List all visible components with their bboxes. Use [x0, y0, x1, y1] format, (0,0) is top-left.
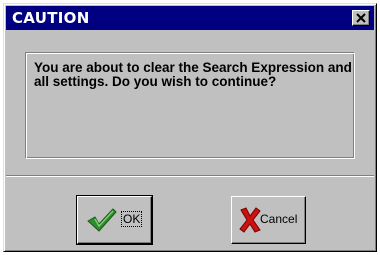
caution-dialog: CAUTION You are about to clear the Searc…	[3, 3, 377, 252]
title-bar[interactable]: CAUTION	[6, 6, 374, 30]
separator	[6, 175, 374, 177]
close-button[interactable]	[352, 10, 370, 26]
dialog-title: CAUTION	[12, 9, 90, 27]
close-icon	[356, 13, 366, 23]
cancel-button[interactable]: Cancel	[231, 196, 306, 244]
checkmark-icon	[87, 208, 117, 232]
red-x-icon	[239, 207, 261, 233]
ok-button[interactable]: OK	[76, 195, 153, 245]
cancel-label: Cancel	[260, 212, 298, 226]
message-panel: You are about to clear the Search Expres…	[25, 52, 355, 159]
message-text: You are about to clear the Search Expres…	[34, 60, 352, 89]
ok-label: OK	[120, 211, 143, 227]
